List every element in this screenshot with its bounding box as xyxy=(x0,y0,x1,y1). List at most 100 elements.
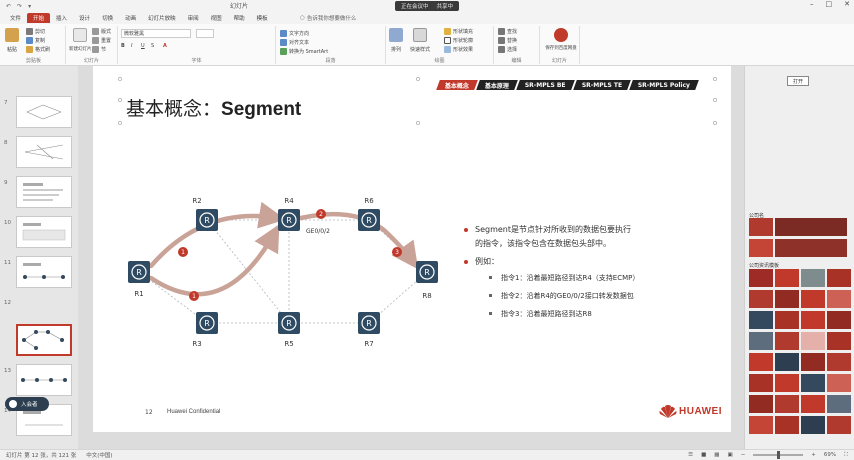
template-tile[interactable] xyxy=(749,311,773,329)
bullet-text[interactable]: Segment是节点针对所收到的数据包要执行 的指令，该指令包含在数据包头部中。… xyxy=(463,223,713,323)
bold-button[interactable]: B xyxy=(121,43,125,49)
template-tile[interactable] xyxy=(749,218,773,236)
template-tile[interactable] xyxy=(749,239,773,257)
replace-button[interactable]: 替换 xyxy=(498,37,517,44)
section-button[interactable]: 节 xyxy=(92,46,106,53)
template-tile[interactable] xyxy=(801,395,825,413)
font-family-select[interactable]: 微软雅黑 xyxy=(121,29,191,38)
template-tile[interactable] xyxy=(801,374,825,392)
copy-button[interactable]: 复制 xyxy=(26,37,45,44)
slide-thumbnail[interactable] xyxy=(16,176,72,208)
layout-button[interactable]: 版式 xyxy=(92,28,111,35)
template-tile[interactable] xyxy=(801,290,825,308)
template-tile[interactable] xyxy=(775,353,799,371)
meeting-pill[interactable]: 正在会议中 共享中 xyxy=(395,1,460,11)
customize-icon[interactable]: ▾ xyxy=(28,3,31,10)
template-tile[interactable] xyxy=(827,416,851,434)
font-color-button[interactable]: A xyxy=(163,43,167,49)
template-tile[interactable] xyxy=(801,269,825,287)
slide-thumbnail[interactable] xyxy=(16,96,72,128)
language-indicator[interactable]: 中文(中国) xyxy=(86,451,112,459)
underline-button[interactable]: U xyxy=(141,43,145,49)
slide-thumbnail[interactable] xyxy=(16,256,72,288)
template-tile[interactable] xyxy=(749,353,773,371)
tab-view[interactable]: 视图 xyxy=(205,13,228,23)
template-tile[interactable] xyxy=(749,416,773,434)
tab-template[interactable]: 模板 xyxy=(251,13,274,23)
zoom-level[interactable]: 69% xyxy=(824,452,836,458)
template-tile[interactable] xyxy=(827,353,851,371)
undo-icon[interactable]: ↶ xyxy=(6,3,11,10)
quick-styles-button[interactable]: 快速样式 xyxy=(410,28,430,53)
slide-thumbnails-pane[interactable]: 7 8 9 10 11 12 13 14 xyxy=(0,66,78,449)
redo-icon[interactable]: ↷ xyxy=(17,3,22,10)
open-button[interactable]: 打开 xyxy=(787,76,809,86)
smartart-button[interactable]: 转换为 SmartArt xyxy=(280,48,328,55)
template-tile[interactable] xyxy=(775,239,847,257)
cut-button[interactable]: 剪切 xyxy=(26,28,45,35)
template-tile[interactable] xyxy=(749,269,773,287)
slide-thumbnail-selected[interactable] xyxy=(16,324,72,356)
template-tile[interactable] xyxy=(827,332,851,350)
shape-effects-button[interactable]: 形状效果 xyxy=(444,46,473,53)
shape-outline-button[interactable]: 形状轮廓 xyxy=(444,37,473,44)
template-tile[interactable] xyxy=(749,374,773,392)
arrange-button[interactable]: 排列 xyxy=(389,28,403,53)
shadow-button[interactable]: S xyxy=(151,43,154,49)
template-tile[interactable] xyxy=(801,353,825,371)
tab-home[interactable]: 开始 xyxy=(27,13,51,23)
slide[interactable]: 基本概念 基本原理 SR-MPLS BE SR-MPLS TE SR-MPLS … xyxy=(93,66,731,432)
text-direction-button[interactable]: 文字方向 xyxy=(280,30,309,37)
tab-design[interactable]: 设计 xyxy=(73,13,96,23)
font-size-select[interactable] xyxy=(196,29,214,38)
template-tile[interactable] xyxy=(801,311,825,329)
meeting-user-chip[interactable]: 入会者 xyxy=(5,397,49,411)
zoom-out-icon[interactable]: − xyxy=(741,452,746,458)
tab-file[interactable]: 文件 xyxy=(4,13,27,23)
tab-slideshow[interactable]: 幻灯片放映 xyxy=(142,13,182,23)
paste-button[interactable]: 粘贴 xyxy=(5,28,19,53)
slide-thumbnail[interactable] xyxy=(16,364,72,396)
tab-animations[interactable]: 动画 xyxy=(119,13,142,23)
template-tile[interactable] xyxy=(775,416,799,434)
slide-sorter-icon[interactable]: ▦ xyxy=(714,452,719,458)
tab-insert[interactable]: 插入 xyxy=(50,13,73,23)
tell-me-search[interactable]: ○ 告诉我你想要做什么 xyxy=(300,13,370,23)
new-slide-button[interactable]: 新建幻灯片 xyxy=(69,28,92,52)
template-tile[interactable] xyxy=(775,395,799,413)
template-tile[interactable] xyxy=(775,218,847,236)
format-painter-button[interactable]: 格式刷 xyxy=(26,46,50,53)
template-tile[interactable] xyxy=(775,332,799,350)
maximize-icon[interactable]: □ xyxy=(826,0,833,8)
template-tile[interactable] xyxy=(827,290,851,308)
template-tile[interactable] xyxy=(827,311,851,329)
find-button[interactable]: 查找 xyxy=(498,28,517,35)
notes-icon[interactable]: ☰ xyxy=(688,452,693,458)
save-to-cloud-button[interactable]: 保存到百度网盘 xyxy=(544,28,578,51)
template-tile[interactable] xyxy=(775,311,799,329)
tab-help[interactable]: 帮助 xyxy=(228,13,251,23)
close-icon[interactable]: ✕ xyxy=(844,0,850,8)
template-tile[interactable] xyxy=(749,395,773,413)
slide-thumbnail[interactable] xyxy=(16,216,72,248)
template-tile[interactable] xyxy=(827,269,851,287)
template-tile[interactable] xyxy=(827,374,851,392)
shape-fill-button[interactable]: 形状填充 xyxy=(444,28,473,35)
template-tile[interactable] xyxy=(749,290,773,308)
normal-view-icon[interactable]: ■ xyxy=(701,452,706,458)
zoom-slider[interactable] xyxy=(753,451,804,459)
tab-review[interactable]: 审阅 xyxy=(182,13,205,23)
template-tile[interactable] xyxy=(801,416,825,434)
slide-thumbnail[interactable] xyxy=(16,136,72,168)
template-tile[interactable] xyxy=(775,374,799,392)
zoom-in-icon[interactable]: + xyxy=(811,452,816,458)
reading-view-icon[interactable]: ▣ xyxy=(727,452,732,458)
fit-to-window-icon[interactable]: ⛶ xyxy=(844,452,848,459)
template-tile[interactable] xyxy=(775,269,799,287)
reset-button[interactable]: 重置 xyxy=(92,37,111,44)
template-tile[interactable] xyxy=(749,332,773,350)
template-tile[interactable] xyxy=(775,290,799,308)
align-text-button[interactable]: 对齐文本 xyxy=(280,39,309,46)
minimize-icon[interactable]: – xyxy=(810,0,814,8)
template-tile[interactable] xyxy=(827,395,851,413)
